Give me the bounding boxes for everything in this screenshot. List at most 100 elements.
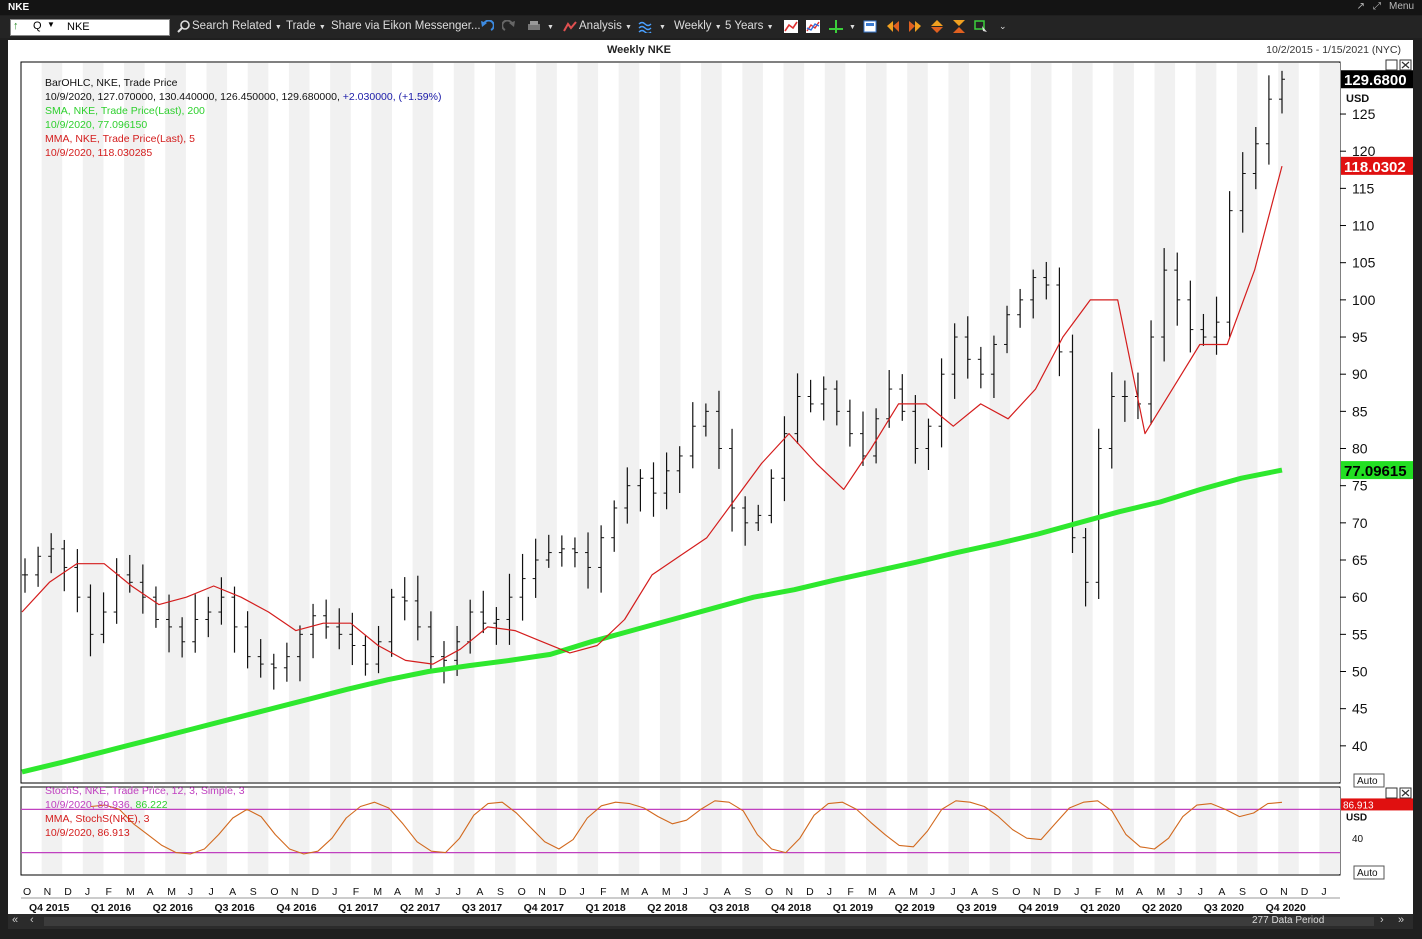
interval-select[interactable]: Weekly ▼	[674, 20, 722, 32]
analysis-icon[interactable]	[563, 20, 577, 33]
month-tick-label: D	[559, 886, 567, 898]
period-select[interactable]: 5 Years ▼	[725, 20, 774, 32]
month-tick-label: M	[1157, 886, 1166, 898]
timeline-scrollbar[interactable]: « ‹ 277 Data Period › »	[8, 914, 1413, 929]
legend-stoch-values: 10/9/2020, 89.936, 86.222	[45, 798, 245, 812]
month-tick-label: N	[1033, 886, 1041, 898]
layout-icon[interactable]	[863, 20, 877, 33]
month-tick-label: M	[126, 886, 135, 898]
up-arrow-icon[interactable]: ↑	[13, 20, 19, 32]
stoch-tick-label: 40	[1352, 834, 1364, 845]
quarter-tick-label: Q4 2017	[524, 902, 564, 914]
ric-input[interactable]: ↑ Q ▼ NKE	[10, 19, 170, 36]
month-stripe	[742, 788, 763, 874]
month-stripe	[247, 63, 269, 782]
month-tick-label: A	[147, 886, 154, 898]
month-stripe	[495, 63, 516, 782]
y-tick-label: 45	[1352, 701, 1368, 717]
currency-label: USD	[1346, 93, 1369, 105]
window-title: NKE	[8, 2, 30, 13]
scroll-start-icon[interactable]	[886, 20, 900, 33]
scroll-end-icon[interactable]	[908, 20, 922, 33]
month-tick-label: O	[765, 886, 773, 898]
legend-bar-title: BarOHLC, NKE, Trade Price	[45, 77, 178, 89]
y-tick-label: 85	[1352, 403, 1368, 419]
month-tick-label: A	[1136, 886, 1143, 898]
month-stripe	[989, 63, 1011, 782]
legend-change: +2.030000, (+1.59%)	[342, 91, 442, 103]
month-tick-label: O	[270, 886, 278, 898]
trade-menu[interactable]: Trade ▼	[286, 20, 326, 32]
more-chevron-icon[interactable]: ⌄	[999, 21, 1007, 32]
search-button[interactable]: Search	[192, 20, 228, 32]
search-icon[interactable]	[177, 20, 191, 33]
select-icon[interactable]	[974, 20, 988, 33]
related-label: Related	[232, 20, 272, 32]
price-chart[interactable]: ONDJFMAMJJASONDJFMAMJJASONDJFMAMJJASONDJ…	[8, 40, 1413, 914]
undo-icon[interactable]	[480, 20, 494, 33]
trade-label: Trade	[286, 20, 316, 32]
quarter-tick-label: Q3 2016	[214, 902, 254, 914]
redo-icon[interactable]	[502, 20, 516, 33]
scroll-track[interactable]	[44, 917, 1374, 926]
mma-value-tag: 118.0302	[1344, 159, 1406, 176]
scroll-right-icon[interactable]: ›	[1380, 914, 1384, 926]
quarter-tick-label: Q4 2019	[1018, 902, 1058, 914]
chevron-down-icon[interactable]: ▼	[849, 24, 856, 31]
ric-value[interactable]: NKE	[67, 21, 90, 33]
month-stripe	[824, 63, 846, 782]
chart-type-icon[interactable]	[638, 20, 652, 33]
month-stripe	[165, 63, 186, 782]
month-tick-label: D	[312, 886, 320, 898]
quarter-tick-label: Q3 2017	[462, 902, 502, 914]
scroll-left-icon[interactable]: ‹	[30, 914, 34, 926]
month-stripe	[577, 63, 599, 782]
month-stripe	[577, 788, 599, 874]
quarter-tick-label: Q4 2015	[29, 902, 69, 914]
chevron-down-icon[interactable]: ▼	[659, 24, 666, 31]
month-stripe	[247, 788, 269, 874]
month-stripe	[82, 63, 104, 782]
month-tick-label: M	[662, 886, 671, 898]
share-button[interactable]: Share via Eikon Messenger...	[331, 20, 481, 32]
month-tick-label: N	[44, 886, 52, 898]
zoom-out-icon[interactable]	[952, 20, 966, 33]
quarter-tick-label: Q1 2020	[1080, 902, 1120, 914]
month-tick-label: M	[373, 886, 382, 898]
line-chart-icon[interactable]	[784, 20, 798, 33]
maximize-icon[interactable]: ⤢	[1373, 1, 1381, 12]
scroll-first-icon[interactable]: «	[12, 914, 18, 926]
print-icon[interactable]	[527, 20, 541, 33]
quarter-tick-label: Q4 2016	[276, 902, 316, 914]
y-tick-label: 65	[1352, 552, 1368, 568]
compare-chart-icon[interactable]	[806, 20, 820, 33]
month-tick-label: J	[435, 886, 440, 898]
month-stripe	[659, 788, 681, 874]
month-tick-label: O	[518, 886, 526, 898]
month-stripe	[824, 788, 846, 874]
month-tick-label: A	[889, 886, 896, 898]
price-auto-button[interactable]: Auto	[1357, 776, 1378, 787]
scroll-last-icon[interactable]: »	[1398, 914, 1404, 926]
stoch-auto-button[interactable]: Auto	[1357, 868, 1378, 879]
quarter-tick-label: Q1 2018	[585, 902, 625, 914]
month-tick-label: M	[415, 886, 424, 898]
quarter-tick-label: Q1 2017	[338, 902, 378, 914]
chevron-down-icon: ▼	[625, 24, 632, 31]
quote-selector[interactable]: Q	[33, 20, 42, 32]
zoom-in-icon[interactable]	[930, 20, 944, 33]
month-tick-label: O	[1260, 886, 1268, 898]
popout-icon[interactable]: ↗	[1357, 1, 1365, 12]
crosshair-icon[interactable]	[829, 20, 843, 33]
chevron-down-icon[interactable]: ▼	[47, 20, 55, 29]
analysis-menu[interactable]: Analysis ▼	[579, 20, 632, 32]
month-tick-label: S	[992, 886, 999, 898]
month-stripe	[865, 788, 887, 874]
chevron-down-icon[interactable]: ▼	[547, 24, 554, 31]
legend-sma-value: 10/9/2020, 77.096150	[45, 119, 148, 131]
related-menu[interactable]: Related ▼	[232, 20, 282, 32]
legend-mma-value: 10/9/2020, 118.030285	[45, 147, 153, 159]
legend-bar-values: 10/9/2020, 127.070000, 130.440000, 126.4…	[45, 90, 441, 104]
chevron-down-icon: ▼	[318, 24, 326, 31]
menu-button[interactable]: Menu	[1389, 1, 1414, 12]
